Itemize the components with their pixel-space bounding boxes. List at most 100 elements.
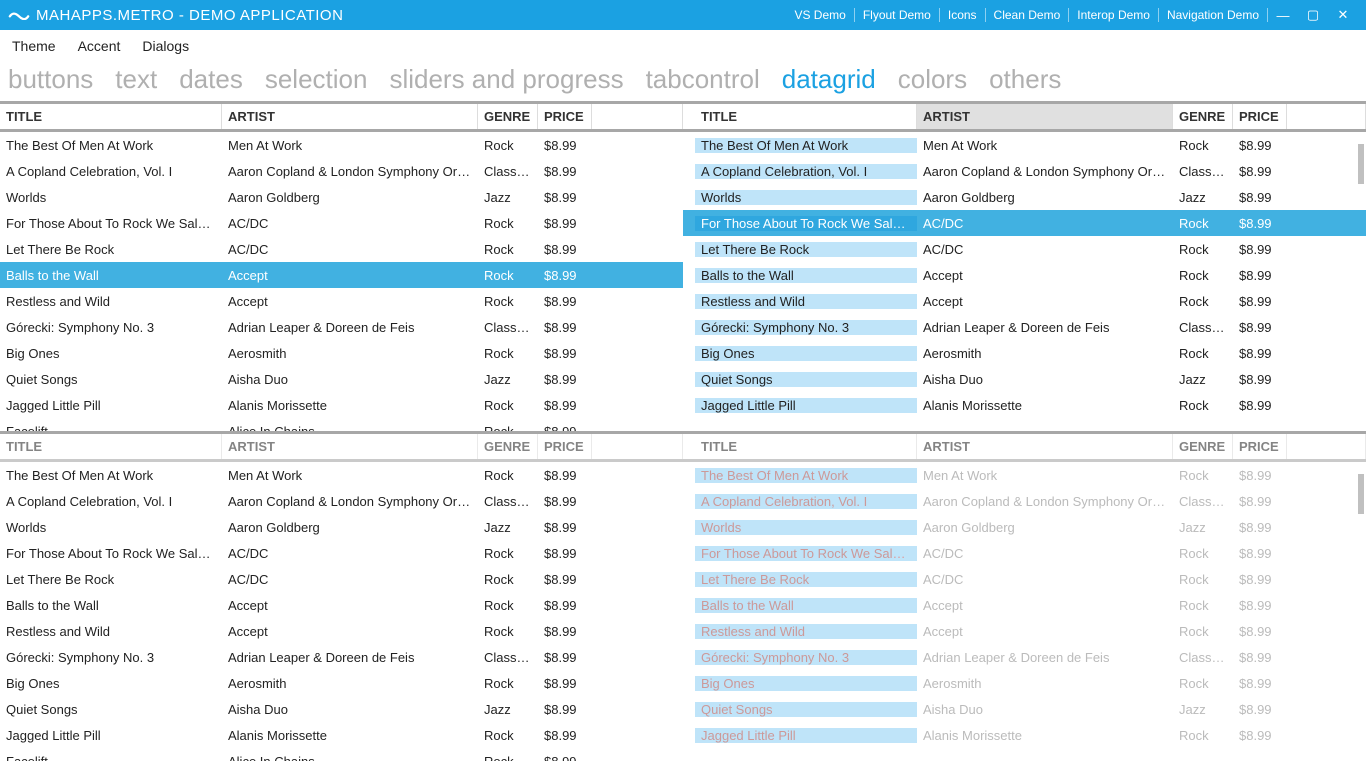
table-row[interactable]: Jagged Little PillAlanis MorissetteRock$…: [683, 722, 1366, 748]
cmd-flyout-demo[interactable]: Flyout Demo: [855, 8, 940, 22]
table-row[interactable]: Jagged Little PillAlanis MorissetteRock$…: [683, 392, 1366, 418]
grid4-scrollbar[interactable]: [1358, 474, 1364, 514]
grid2-col-genre[interactable]: GENRE: [1173, 104, 1233, 129]
tab-datagrid[interactable]: datagrid: [782, 64, 876, 95]
grid3-col-price[interactable]: PRICE: [538, 434, 592, 459]
menu-dialogs[interactable]: Dialogs: [142, 38, 189, 54]
table-row[interactable]: The Best Of Men At WorkMen At WorkRock$8…: [683, 132, 1366, 158]
datagrid-content: TITLE ARTIST GENRE PRICE The Best Of Men…: [0, 101, 1366, 761]
grid3-col-genre[interactable]: GENRE: [478, 434, 538, 459]
main-menu: Theme Accent Dialogs: [0, 30, 1366, 58]
tab-tabcontrol[interactable]: tabcontrol: [646, 64, 760, 95]
table-row[interactable]: Quiet SongsAisha DuoJazz$8.99: [0, 366, 683, 392]
grid4-col-price[interactable]: PRICE: [1233, 434, 1287, 459]
grid3-col-artist[interactable]: ARTIST: [222, 434, 478, 459]
datagrid-pane-1[interactable]: TITLE ARTIST GENRE PRICE The Best Of Men…: [0, 101, 683, 431]
table-row[interactable]: Górecki: Symphony No. 3Adrian Leaper & D…: [0, 644, 683, 670]
grid4-header[interactable]: TITLE ARTIST GENRE PRICE: [683, 434, 1366, 462]
cmd-vs-demo[interactable]: VS Demo: [786, 8, 854, 22]
table-row[interactable]: Restless and WildAcceptRock$8.99: [0, 288, 683, 314]
grid1-header[interactable]: TITLE ARTIST GENRE PRICE: [0, 104, 683, 132]
table-row[interactable]: Restless and WildAcceptRock$8.99: [0, 618, 683, 644]
grid2-header[interactable]: TITLE ARTIST GENRE PRICE: [683, 104, 1366, 132]
grid3-header[interactable]: TITLE ARTIST GENRE PRICE: [0, 434, 683, 462]
cmd-icons[interactable]: Icons: [940, 8, 986, 22]
table-row[interactable]: Balls to the WallAcceptRock$8.99: [683, 592, 1366, 618]
table-row[interactable]: The Best Of Men At WorkMen At WorkRock$8…: [0, 132, 683, 158]
grid2-col-artist[interactable]: ARTIST: [917, 104, 1173, 129]
table-row[interactable]: Quiet SongsAisha DuoJazz$8.99: [683, 366, 1366, 392]
minimize-button[interactable]: —: [1268, 8, 1298, 23]
tab-selection[interactable]: selection: [265, 64, 368, 95]
table-row[interactable]: The Best Of Men At WorkMen At WorkRock$8…: [0, 462, 683, 488]
table-row[interactable]: ▸For Those About To Rock We Salute YouAC…: [683, 210, 1366, 236]
table-row[interactable]: For Those About To Rock We Salute YouAC/…: [683, 540, 1366, 566]
table-row[interactable]: Górecki: Symphony No. 3Adrian Leaper & D…: [0, 314, 683, 340]
grid2-scrollbar[interactable]: [1358, 144, 1364, 184]
table-row[interactable]: Górecki: Symphony No. 3Adrian Leaper & D…: [683, 644, 1366, 670]
table-row[interactable]: Big OnesAerosmithRock$8.99: [0, 340, 683, 366]
table-row[interactable]: A Copland Celebration, Vol. IAaron Copla…: [683, 488, 1366, 514]
grid2-expander-col: [683, 104, 695, 129]
datagrid-pane-3[interactable]: TITLE ARTIST GENRE PRICE The Best Of Men…: [0, 431, 683, 761]
table-row[interactable]: A Copland Celebration, Vol. IAaron Copla…: [683, 158, 1366, 184]
tab-dates[interactable]: dates: [179, 64, 243, 95]
table-row[interactable]: A Copland Celebration, Vol. IAaron Copla…: [0, 488, 683, 514]
grid2-col-title[interactable]: TITLE: [695, 104, 917, 129]
datagrid-pane-4[interactable]: TITLE ARTIST GENRE PRICE The Best Of Men…: [683, 431, 1366, 761]
grid3-col-title[interactable]: TITLE: [0, 434, 222, 459]
table-row[interactable]: Quiet SongsAisha DuoJazz$8.99: [683, 696, 1366, 722]
table-row[interactable]: WorldsAaron GoldbergJazz$8.99: [0, 514, 683, 540]
table-row[interactable]: For Those About To Rock We Salute YouAC/…: [0, 210, 683, 236]
menu-accent[interactable]: Accent: [78, 38, 121, 54]
table-row[interactable]: Balls to the WallAcceptRock$8.99: [0, 262, 683, 288]
table-row[interactable]: The Best Of Men At WorkMen At WorkRock$8…: [683, 462, 1366, 488]
grid4-col-artist[interactable]: ARTIST: [917, 434, 1173, 459]
table-row[interactable]: Big OnesAerosmithRock$8.99: [683, 670, 1366, 696]
cmd-clean-demo[interactable]: Clean Demo: [986, 8, 1070, 22]
table-row[interactable]: Jagged Little PillAlanis MorissetteRock$…: [0, 392, 683, 418]
cmd-navigation-demo[interactable]: Navigation Demo: [1159, 8, 1268, 22]
table-row[interactable]: For Those About To Rock We Salute YouAC/…: [0, 540, 683, 566]
table-row[interactable]: WorldsAaron GoldbergJazz$8.99: [0, 184, 683, 210]
grid4-col-title[interactable]: TITLE: [695, 434, 917, 459]
table-row[interactable]: FaceliftAlice In ChainsRock$8.99: [0, 748, 683, 761]
grid1-col-price[interactable]: PRICE: [538, 104, 592, 129]
table-row[interactable]: Górecki: Symphony No. 3Adrian Leaper & D…: [683, 314, 1366, 340]
tab-buttons[interactable]: buttons: [8, 64, 93, 95]
table-row[interactable]: Big OnesAerosmithRock$8.99: [683, 340, 1366, 366]
tab-colors[interactable]: colors: [898, 64, 967, 95]
grid2-col-price[interactable]: PRICE: [1233, 104, 1287, 129]
grid1-col-title[interactable]: TITLE: [0, 104, 222, 129]
tab-sliders[interactable]: sliders and progress: [389, 64, 623, 95]
window-titlebar: MAHAPPS.METRO - DEMO APPLICATION VS Demo…: [0, 0, 1366, 30]
table-row[interactable]: Balls to the WallAcceptRock$8.99: [0, 592, 683, 618]
grid4-col-rest: [1287, 434, 1366, 459]
table-row[interactable]: Let There Be RockAC/DCRock$8.99: [683, 236, 1366, 262]
table-row[interactable]: Let There Be RockAC/DCRock$8.99: [0, 566, 683, 592]
tab-others[interactable]: others: [989, 64, 1061, 95]
table-row[interactable]: Let There Be RockAC/DCRock$8.99: [0, 236, 683, 262]
datagrid-pane-2[interactable]: TITLE ARTIST GENRE PRICE The Best Of Men…: [683, 101, 1366, 431]
table-row[interactable]: Big OnesAerosmithRock$8.99: [0, 670, 683, 696]
table-row[interactable]: Restless and WildAcceptRock$8.99: [683, 288, 1366, 314]
app-logo-icon: [8, 8, 30, 22]
table-row[interactable]: Let There Be RockAC/DCRock$8.99: [683, 566, 1366, 592]
table-row[interactable]: Restless and WildAcceptRock$8.99: [683, 618, 1366, 644]
grid1-col-genre[interactable]: GENRE: [478, 104, 538, 129]
table-row[interactable]: A Copland Celebration, Vol. IAaron Copla…: [0, 158, 683, 184]
window-commands: VS Demo Flyout Demo Icons Clean Demo Int…: [786, 7, 1358, 23]
grid1-col-artist[interactable]: ARTIST: [222, 104, 478, 129]
menu-theme[interactable]: Theme: [12, 38, 56, 54]
grid4-col-genre[interactable]: GENRE: [1173, 434, 1233, 459]
tab-text[interactable]: text: [115, 64, 157, 95]
table-row[interactable]: WorldsAaron GoldbergJazz$8.99: [683, 184, 1366, 210]
cmd-interop-demo[interactable]: Interop Demo: [1069, 8, 1159, 22]
table-row[interactable]: Balls to the WallAcceptRock$8.99: [683, 262, 1366, 288]
table-row[interactable]: FaceliftAlice In ChainsRock$8.99: [0, 418, 683, 431]
maximize-button[interactable]: ▢: [1298, 7, 1328, 23]
table-row[interactable]: WorldsAaron GoldbergJazz$8.99: [683, 514, 1366, 540]
table-row[interactable]: Quiet SongsAisha DuoJazz$8.99: [0, 696, 683, 722]
close-button[interactable]: ✕: [1328, 7, 1358, 23]
table-row[interactable]: Jagged Little PillAlanis MorissetteRock$…: [0, 722, 683, 748]
